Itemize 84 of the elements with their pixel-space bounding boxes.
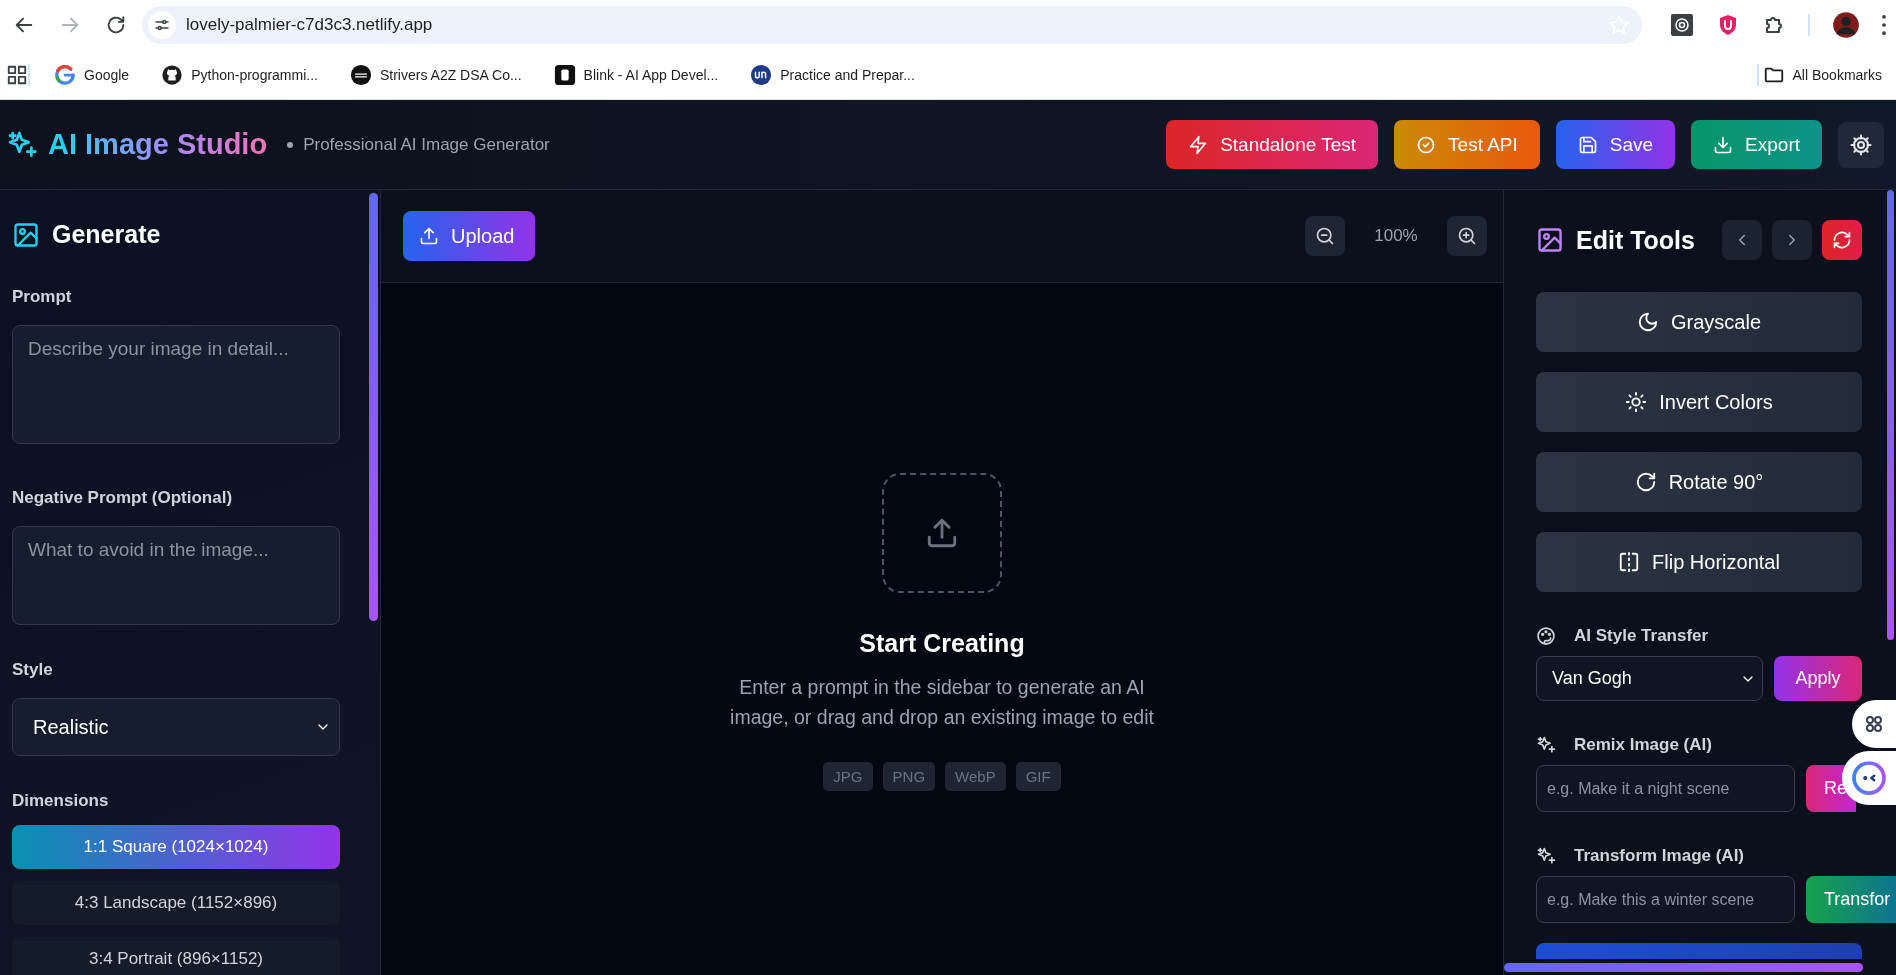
- zoom-level: 100%: [1373, 226, 1419, 246]
- url-text: lovely-palmier-c7d3c3.netlify.app: [186, 15, 434, 35]
- palette-icon: [1536, 626, 1556, 646]
- save-button[interactable]: Save: [1555, 120, 1676, 169]
- site-icon: [750, 63, 773, 86]
- bookmark-item[interactable]: Python-programmi...: [157, 59, 322, 90]
- site-icon: [553, 63, 576, 86]
- bookmark-item[interactable]: Practice and Prepar...: [746, 59, 919, 90]
- format-tag: PNG: [882, 762, 936, 791]
- zoom-out-icon: [1315, 226, 1335, 246]
- field-label: AI Style Transfer: [1574, 626, 1709, 646]
- moon-icon: [1637, 311, 1659, 333]
- bookmark-item[interactable]: Strivers A2Z DSA Co...: [346, 59, 526, 90]
- sparkles-icon: [1536, 846, 1556, 866]
- avatar-icon: [1832, 11, 1860, 39]
- rotate-icon: [1634, 471, 1657, 493]
- image-icon: [12, 220, 40, 249]
- standalone-test-button[interactable]: Standalone Test: [1166, 120, 1379, 169]
- lightning-icon: [1188, 134, 1209, 155]
- field-label: Transform Image (AI): [1574, 846, 1745, 866]
- field-label: Prompt: [12, 287, 73, 307]
- all-bookmarks-button[interactable]: All Bookmarks: [1758, 59, 1886, 90]
- extension-icon: [1670, 13, 1694, 37]
- scrollbar-thumb[interactable]: [1504, 963, 1863, 972]
- drop-zone[interactable]: [882, 473, 1002, 593]
- prompt-field[interactable]: Describe your image in detail...: [12, 325, 340, 444]
- settings-icon: [1849, 132, 1873, 157]
- format-tag: GIF: [1015, 762, 1061, 791]
- negative-prompt-field[interactable]: What to avoid in the image...: [12, 526, 340, 625]
- address-bar[interactable]: lovely-palmier-c7d3c3.netlify.app: [142, 6, 1642, 44]
- field-label: Style: [12, 660, 54, 680]
- field-label: Remix Image (AI): [1574, 735, 1712, 755]
- sparkles-icon: [1536, 735, 1556, 755]
- floating-widget[interactable]: [1852, 700, 1896, 748]
- field-label: Dimensions: [12, 791, 110, 811]
- empty-state-title: Start Creating: [859, 629, 1025, 658]
- empty-state-text: Enter a prompt in the sidebar to generate an AI image, or drag and drop an existing image to edit: [729, 675, 1155, 730]
- style-select[interactable]: Realistic: [12, 698, 340, 756]
- export-button[interactable]: Export: [1691, 120, 1822, 169]
- check-circle-icon: [1416, 134, 1437, 155]
- grayscale-button[interactable]: Grayscale: [1536, 292, 1862, 352]
- section-title: Generate: [52, 220, 161, 249]
- dimension-option[interactable]: 1:1 Square (1024×1024): [12, 825, 340, 869]
- rotate-button[interactable]: Rotate 90°: [1536, 452, 1862, 512]
- more-menu-icon: [1882, 15, 1886, 35]
- remix-prompt-field[interactable]: e.g. Make it a night scene: [1536, 765, 1795, 812]
- site-icon: [161, 63, 184, 86]
- site-icon: [350, 63, 372, 86]
- section-title: Edit Tools: [1576, 225, 1695, 255]
- transform-prompt-field[interactable]: e.g. Make this a winter scene: [1536, 876, 1795, 923]
- upload-button[interactable]: Upload: [403, 211, 536, 261]
- flip-horizontal-button[interactable]: Flip Horizontal: [1536, 532, 1862, 592]
- refresh-icon: [1832, 230, 1852, 250]
- zoom-in-icon: [1457, 226, 1477, 246]
- face-icon: [1851, 760, 1887, 796]
- bookmark-item[interactable]: Blink - AI App Devel...: [549, 59, 723, 90]
- format-tag: JPG: [823, 762, 873, 791]
- scrollbar-thumb[interactable]: [369, 193, 378, 621]
- upload-icon: [925, 516, 959, 550]
- reset-button[interactable]: [1822, 220, 1862, 260]
- transform-button[interactable]: Transfor: [1806, 876, 1896, 923]
- dimension-option[interactable]: 4:3 Landscape (1152×896): [12, 881, 340, 925]
- upload-icon: [419, 226, 439, 246]
- bullet-dot: [287, 141, 294, 148]
- apply-button[interactable]: Apply: [1774, 656, 1862, 701]
- scrollbar-thumb[interactable]: [1887, 190, 1894, 640]
- settings-button[interactable]: [1838, 121, 1884, 168]
- field-label: Negative Prompt (Optional): [12, 488, 234, 508]
- flip-icon: [1618, 551, 1641, 573]
- apps-grid-icon: [6, 63, 28, 86]
- site-settings-button[interactable]: [148, 11, 176, 39]
- app-subtitle: Professional AI Image Generator: [303, 134, 550, 155]
- invert-colors-button[interactable]: Invert Colors: [1536, 372, 1862, 432]
- image-icon: [1536, 226, 1564, 254]
- download-icon: [1713, 134, 1734, 155]
- sun-icon: [1625, 391, 1648, 413]
- reload-icon: [105, 14, 127, 36]
- site-icon: [54, 63, 76, 86]
- dimension-option[interactable]: 3:4 Portrait (896×1152): [12, 937, 340, 975]
- style-transfer-select[interactable]: Van Gogh: [1536, 656, 1763, 701]
- zoom-out-button[interactable]: [1305, 216, 1345, 256]
- zoom-in-button[interactable]: [1447, 216, 1487, 256]
- bookmark-item[interactable]: Google: [50, 59, 134, 90]
- format-tag: WebP: [945, 762, 1006, 791]
